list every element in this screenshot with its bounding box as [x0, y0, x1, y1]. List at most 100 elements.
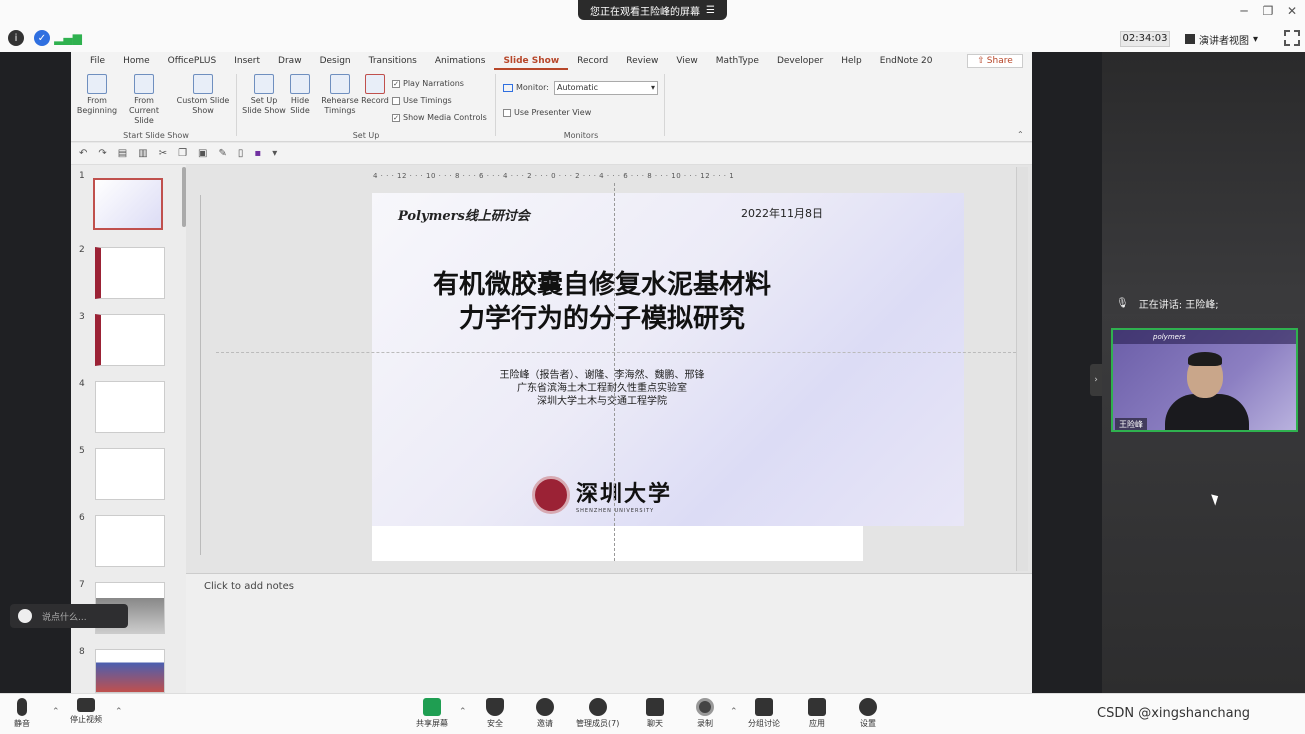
speaking-text: 正在讲话: 王险峰; — [1138, 299, 1219, 311]
signal-icon[interactable]: ▂▄▆ — [54, 30, 82, 46]
breakout-label: 分组讨论 — [748, 719, 780, 728]
tab-help[interactable]: Help — [832, 52, 871, 70]
presenter-view-toggle[interactable]: 演讲者视图 ▾ — [1185, 31, 1258, 47]
slide-title-line-1: 有机微胶囊自修复水泥基材料 — [432, 270, 771, 300]
notes-pane[interactable]: Click to add notes — [186, 573, 1032, 693]
breakout-button[interactable]: 分组讨论 — [748, 698, 780, 729]
tab-home[interactable]: Home — [114, 52, 159, 70]
tab-insert[interactable]: Insert — [225, 52, 269, 70]
participant-hair — [1188, 352, 1222, 366]
monitor-icon — [503, 83, 513, 92]
share-button[interactable]: ⇧ Share — [967, 54, 1023, 68]
slide-thumbnail[interactable] — [95, 314, 165, 366]
new-doc-icon[interactable]: ▯ — [238, 148, 244, 159]
custom-show-button[interactable]: Custom Slide Show — [175, 74, 231, 116]
paste-icon[interactable]: ▣ — [198, 148, 207, 159]
record-button[interactable]: 录制 — [696, 698, 714, 729]
thumb-number: 4 — [79, 379, 85, 389]
participant-video-tile[interactable]: polymers 王险峰 — [1111, 328, 1298, 432]
stop-video-label: 停止视频 — [70, 715, 102, 724]
manage-members-button[interactable]: 管理成员(7) — [576, 698, 619, 729]
tab-slide-show[interactable]: Slide Show — [494, 52, 569, 70]
slide-thumbnail[interactable] — [95, 381, 165, 433]
hide-slide-button[interactable]: Hide Slide — [287, 74, 313, 116]
slide-thumbnail[interactable] — [95, 247, 165, 299]
chat-label: 聊天 — [647, 719, 663, 728]
logo-subtext: SHENZHEN UNIVERSITY — [576, 508, 655, 514]
close-button[interactable]: ✕ — [1282, 4, 1302, 20]
presenter-view-checkbox[interactable]: Use Presenter View — [503, 108, 591, 117]
slide-thumbnail[interactable] — [95, 515, 165, 567]
video-options-caret[interactable]: ⌃ — [115, 707, 123, 717]
stop-video-button[interactable]: 停止视频 — [70, 698, 102, 725]
slide-thumbnail[interactable] — [95, 448, 165, 500]
shield-icon[interactable]: ✓ — [34, 30, 50, 46]
save-icon[interactable]: ▪ — [254, 148, 261, 159]
chevron-down-icon: ▾ — [1253, 33, 1259, 45]
share-options-caret[interactable]: ⌃ — [459, 707, 467, 717]
center-guide — [614, 183, 615, 561]
security-button[interactable]: 安全 — [486, 698, 504, 729]
group-separator — [495, 74, 496, 136]
participant-name: 王险峰 — [1115, 418, 1147, 430]
slide-thumbnail[interactable] — [95, 649, 165, 693]
tab-animations[interactable]: Animations — [426, 52, 495, 70]
chat-input-pill[interactable]: 说点什么... — [10, 604, 128, 628]
restore-button[interactable]: ❐ — [1258, 4, 1278, 20]
slide-scrollbar[interactable] — [1016, 167, 1028, 571]
tab-endnote[interactable]: EndNote 20 — [871, 52, 942, 70]
setup-show-button[interactable]: Set Up Slide Show — [241, 74, 287, 116]
use-timings-label: Use Timings — [403, 96, 452, 105]
thumb-number: 3 — [79, 312, 85, 322]
format-painter-icon[interactable]: ✎ — [219, 148, 227, 159]
customize-icon[interactable]: ▾ — [272, 148, 277, 159]
play-narrations-checkbox[interactable]: ✓ Play Narrations — [392, 79, 464, 88]
record-button[interactable]: Record — [359, 74, 391, 106]
undo-icon[interactable]: ↶ — [79, 148, 87, 159]
fullscreen-icon[interactable] — [1284, 30, 1300, 46]
rehearse-button[interactable]: Rehearse Timings — [321, 74, 359, 116]
show-media-checkbox[interactable]: ✓ Show Media Controls — [392, 113, 487, 122]
security-label: 安全 — [487, 719, 503, 728]
invite-button[interactable]: 邀请 — [536, 698, 554, 729]
current-slide[interactable]: Polymers线上研讨会 2022年11月8日 有机微胶囊自修复水泥基材料 力… — [372, 193, 964, 526]
share-label: Share — [986, 56, 1013, 66]
slide-author-list: 王险峰（报告者）、谢隆、李海然、魏鹏、邢锋 — [499, 370, 705, 381]
monitor-select[interactable]: Automatic ▾ — [554, 81, 658, 95]
university-logo: 深圳大学 SHENZHEN UNIVERSITY — [532, 476, 672, 514]
settings-label: 设置 — [860, 719, 876, 728]
slide-thumbnail[interactable] — [93, 178, 163, 230]
tab-file[interactable]: File — [81, 52, 114, 70]
panel-collapse-button[interactable]: › — [1090, 364, 1102, 396]
apps-button[interactable]: 应用 — [808, 698, 826, 729]
audio-options-caret[interactable]: ⌃ — [52, 707, 60, 717]
tab-view[interactable]: View — [667, 52, 706, 70]
mute-button[interactable]: 静音 — [14, 698, 30, 729]
chat-button[interactable]: 聊天 — [646, 698, 664, 729]
tab-record[interactable]: Record — [568, 52, 617, 70]
tab-officeplus[interactable]: OfficePLUS — [159, 52, 226, 70]
tab-design[interactable]: Design — [311, 52, 360, 70]
info-icon[interactable]: i — [8, 30, 24, 46]
redo-icon[interactable]: ↷ — [98, 148, 106, 159]
present-icon[interactable]: ▤ — [118, 148, 127, 159]
from-current-button[interactable]: From Current Slide — [119, 74, 169, 126]
tab-draw[interactable]: Draw — [269, 52, 311, 70]
tab-review[interactable]: Review — [617, 52, 667, 70]
tab-transitions[interactable]: Transitions — [360, 52, 426, 70]
cut-icon[interactable]: ✂ — [159, 148, 167, 159]
screen-share-banner[interactable]: 您正在观看王险峰的屏幕 ☰ — [578, 0, 727, 20]
record-options-caret[interactable]: ⌃ — [730, 707, 738, 717]
tab-developer[interactable]: Developer — [768, 52, 832, 70]
slideshow-start-icon — [87, 74, 107, 94]
new-slide-icon[interactable]: ▥ — [138, 148, 147, 159]
copy-icon[interactable]: ❐ — [178, 148, 187, 159]
minimize-button[interactable]: ─ — [1234, 4, 1254, 20]
from-beginning-button[interactable]: From Beginning — [77, 74, 117, 116]
collapse-ribbon-icon[interactable]: ⌃ — [1017, 130, 1024, 139]
share-screen-button[interactable]: 共享屏幕 — [416, 698, 448, 729]
use-timings-checkbox[interactable]: Use Timings — [392, 96, 452, 105]
share-options-icon[interactable]: ☰ — [706, 5, 715, 16]
settings-button[interactable]: 设置 — [859, 698, 877, 729]
tab-mathtype[interactable]: MathType — [707, 52, 768, 70]
